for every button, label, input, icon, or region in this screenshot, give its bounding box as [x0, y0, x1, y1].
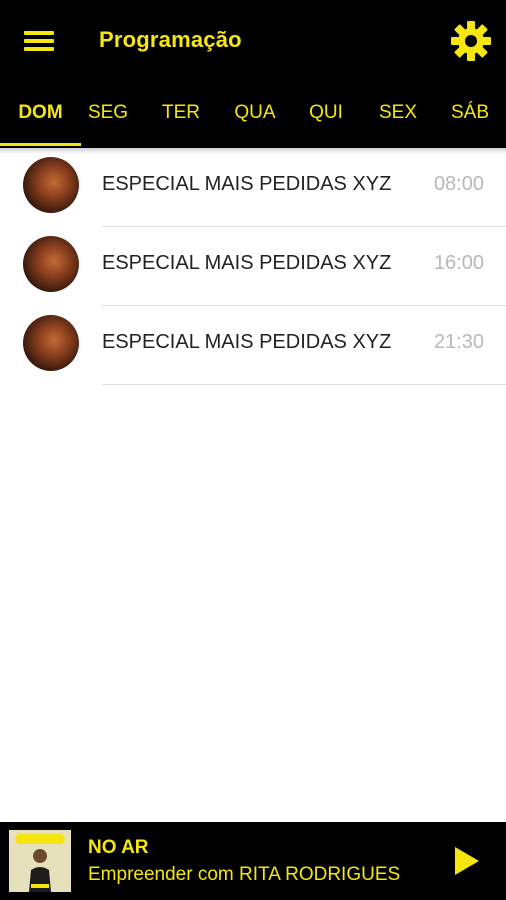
now-playing-bar[interactable]: NO AR Empreender com RITA RODRIGUES: [0, 822, 506, 900]
page-title: Programação: [99, 27, 242, 52]
gear-icon[interactable]: [448, 18, 494, 64]
program-avatar: [23, 315, 79, 371]
tab-sab[interactable]: SÁB: [434, 82, 506, 146]
program-time: 08:00: [433, 173, 484, 195]
weekday-tabs: DOM SEG TER QUA QUI SEX SÁB: [0, 82, 506, 146]
program-avatar: [23, 236, 79, 292]
divider: [102, 384, 506, 385]
current-program: Empreender com RITA RODRIGUES: [88, 864, 401, 885]
schedule-item[interactable]: ESPECIAL MAIS PEDIDAS XYZ 21:30: [0, 306, 506, 385]
tab-qui[interactable]: QUI: [290, 82, 362, 146]
program-avatar: [23, 157, 79, 213]
program-title: ESPECIAL MAIS PEDIDAS XYZ: [102, 173, 392, 195]
play-icon[interactable]: [452, 846, 482, 876]
hamburger-menu-icon[interactable]: [22, 26, 58, 56]
tab-sex[interactable]: SEX: [362, 82, 434, 146]
program-time: 21:30: [433, 331, 484, 353]
tab-ter[interactable]: TER: [145, 82, 217, 146]
app-bar: Programação DOM SEG TER QUA QUI SEX SÁB: [0, 0, 506, 148]
tab-qua[interactable]: QUA: [219, 82, 291, 146]
program-cover: [9, 830, 71, 892]
tab-seg[interactable]: SEG: [72, 82, 144, 146]
schedule-item[interactable]: ESPECIAL MAIS PEDIDAS XYZ 08:00: [0, 148, 506, 227]
program-time: 16:00: [433, 252, 484, 274]
tab-dom[interactable]: DOM: [0, 82, 81, 146]
program-title: ESPECIAL MAIS PEDIDAS XYZ: [102, 252, 392, 274]
program-title: ESPECIAL MAIS PEDIDAS XYZ: [102, 331, 392, 353]
on-air-label: NO AR: [88, 837, 149, 858]
schedule-item[interactable]: ESPECIAL MAIS PEDIDAS XYZ 16:00: [0, 227, 506, 306]
